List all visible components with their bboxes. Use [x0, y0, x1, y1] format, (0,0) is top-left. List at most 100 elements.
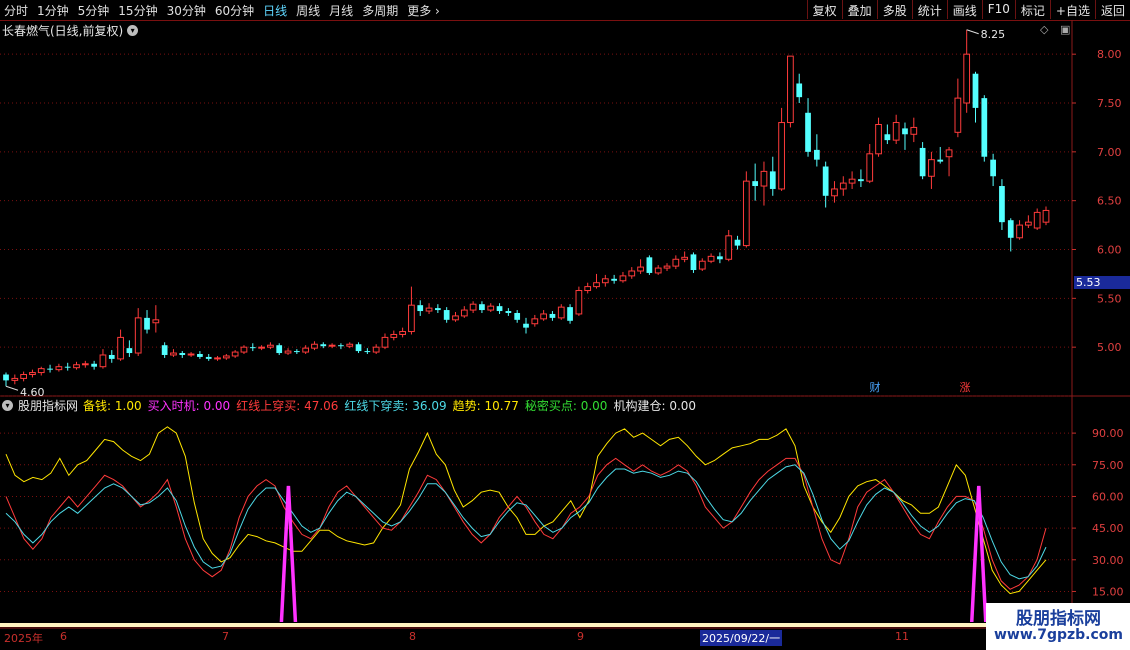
legend-label: 红线上穿买: [236, 399, 301, 413]
indicator-name[interactable]: 股朋指标网 [18, 397, 78, 414]
watermark-url: www.7gpzb.com [994, 627, 1124, 643]
candle-body [417, 305, 424, 312]
high-price-label: 8.25 [981, 28, 1006, 41]
price-tick-label: 6.50 [1097, 195, 1122, 208]
candle-body [364, 351, 371, 353]
candle-body [293, 351, 300, 353]
candle-body [707, 255, 715, 262]
date-axis: 2025年 6 7 8 9 2025/09/22/一 11 [0, 630, 986, 646]
date-label-nov: 11 [895, 630, 909, 643]
trend-baseline-bar [0, 623, 986, 627]
chevron-down-icon[interactable]: ▾ [127, 25, 139, 36]
indicator-menu-icon[interactable]: ▾ [2, 400, 13, 411]
candle-body [91, 363, 97, 367]
candle-body [408, 304, 415, 333]
candle-body [514, 312, 521, 320]
candle-body [813, 149, 820, 160]
candle-body [972, 73, 979, 108]
candle-body [557, 306, 565, 319]
candle-body [839, 182, 847, 190]
diamond-icon[interactable]: ◇ [1040, 23, 1048, 36]
indicator-tick-label: 90.00 [1092, 427, 1124, 440]
candle-body [717, 256, 723, 260]
candle-body [267, 344, 274, 348]
candle-body [725, 235, 733, 260]
legend-value: 10.77 [480, 399, 519, 413]
candle-body [892, 122, 900, 141]
candle-body [822, 166, 829, 196]
candle-body [549, 313, 556, 318]
candle-body [910, 126, 918, 135]
candle-body [460, 309, 468, 317]
candle-body [1007, 220, 1014, 238]
candle-body [654, 267, 662, 274]
candle-body [990, 159, 996, 177]
candle-body [523, 323, 529, 328]
price-tick-label: 8.00 [1097, 48, 1122, 61]
candles-layer: 8.254.60 [3, 28, 1050, 399]
candle-body [144, 317, 150, 330]
candle-body [320, 344, 327, 347]
candle-body [540, 313, 547, 320]
candle-body [443, 310, 450, 320]
legend-value: 0.00 [665, 399, 697, 413]
candle-body [479, 304, 485, 311]
candle-body [875, 123, 882, 155]
candle-body [81, 363, 89, 366]
indicator-tick-label: 75.00 [1092, 459, 1124, 472]
legend-label: 买入时机: [147, 399, 200, 413]
legend-item-6: 机构建仓: 0.00 [613, 399, 696, 413]
candle-body [866, 153, 874, 182]
legend-item-4: 趋势: 10.77 [453, 399, 519, 413]
legend-value: 0.00 [199, 399, 231, 413]
candle-body [258, 346, 265, 349]
price-tick-label: 5.00 [1097, 341, 1122, 354]
date-label-sep: 9 [577, 630, 584, 643]
legend-items: 备钱: 1.00 买入时机: 0.00 红线上穿买: 47.06 红线下穿卖: 36.… [83, 397, 702, 414]
candle-body [64, 366, 71, 368]
financial-badge[interactable]: 财 [868, 381, 882, 395]
candle-body [663, 265, 671, 269]
window-toggle-icon[interactable]: ▣ [1060, 23, 1070, 36]
candle-body [646, 257, 653, 273]
candle-body [742, 180, 750, 247]
kline-chart[interactable]: 8.254.60 8.007.507.006.506.005.505.0090.… [0, 0, 1130, 650]
candle-body [55, 366, 63, 371]
limit-up-badge[interactable]: 涨 [958, 381, 972, 395]
date-label-jun: 6 [60, 630, 67, 643]
legend-label: 秘密买点: [524, 399, 577, 413]
indicator-line-0 [5, 426, 1047, 595]
candle-body [805, 112, 811, 152]
candle-body [945, 149, 953, 158]
candle-body [919, 147, 926, 177]
candle-body [197, 354, 203, 357]
legend-value: 1.00 [111, 399, 142, 413]
candle-body [567, 307, 573, 321]
candle-body [963, 53, 971, 104]
candle-body [73, 364, 80, 369]
candle-body [126, 348, 133, 354]
current-price-tag: 5.53 [1074, 276, 1130, 289]
legend-value: 36.09 [408, 399, 447, 413]
candle-body [698, 260, 706, 270]
axis-layer: 8.00 7.50 7.00 6.50 6.00 5.50 5.00 90.00 75.00 60… [1072, 48, 1124, 598]
candle-body [170, 352, 177, 356]
candle-body [222, 355, 230, 359]
candle-body [47, 368, 53, 370]
price-tick-label: 7.50 [1097, 97, 1122, 110]
candle-body [769, 171, 776, 189]
site-watermark: 股朋指标网 www.7gpzb.com [986, 603, 1130, 650]
candle-body [796, 83, 803, 98]
candle-body [487, 305, 495, 311]
candle-body [902, 128, 908, 135]
legend-item-0: 备钱: 1.00 [83, 399, 142, 413]
candle-body [372, 346, 380, 353]
candle-body [593, 282, 600, 288]
candle-body [11, 377, 19, 381]
candle-body [496, 306, 503, 312]
candle-body [831, 188, 838, 197]
candle-body [619, 275, 627, 282]
candle-body [20, 374, 27, 379]
candle-body [381, 336, 389, 348]
indicator-line-1 [5, 457, 1047, 590]
